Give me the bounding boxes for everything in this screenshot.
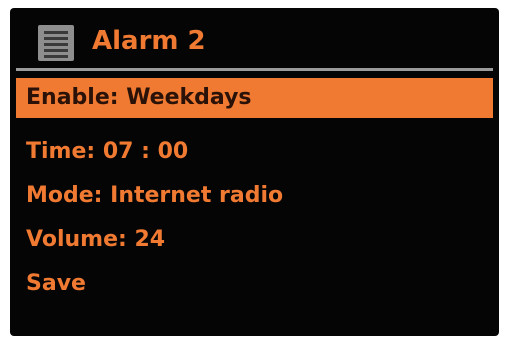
menu-item-mode[interactable]: Mode: Internet radio	[16, 176, 468, 216]
menu-item-time[interactable]: Time: 07 : 00	[16, 132, 468, 172]
screen-title: Alarm 2	[92, 26, 206, 56]
device-display: Alarm 2 Enable: Weekdays Time: 07 : 00 M…	[10, 8, 499, 336]
menu-item-save[interactable]: Save	[16, 264, 468, 304]
menu-item-volume[interactable]: Volume: 24	[16, 220, 468, 260]
menu-item-enable[interactable]: Enable: Weekdays	[16, 78, 493, 118]
alarm-list-icon	[38, 25, 74, 61]
header-divider	[16, 68, 493, 71]
screen-header: Alarm 2	[10, 8, 499, 68]
